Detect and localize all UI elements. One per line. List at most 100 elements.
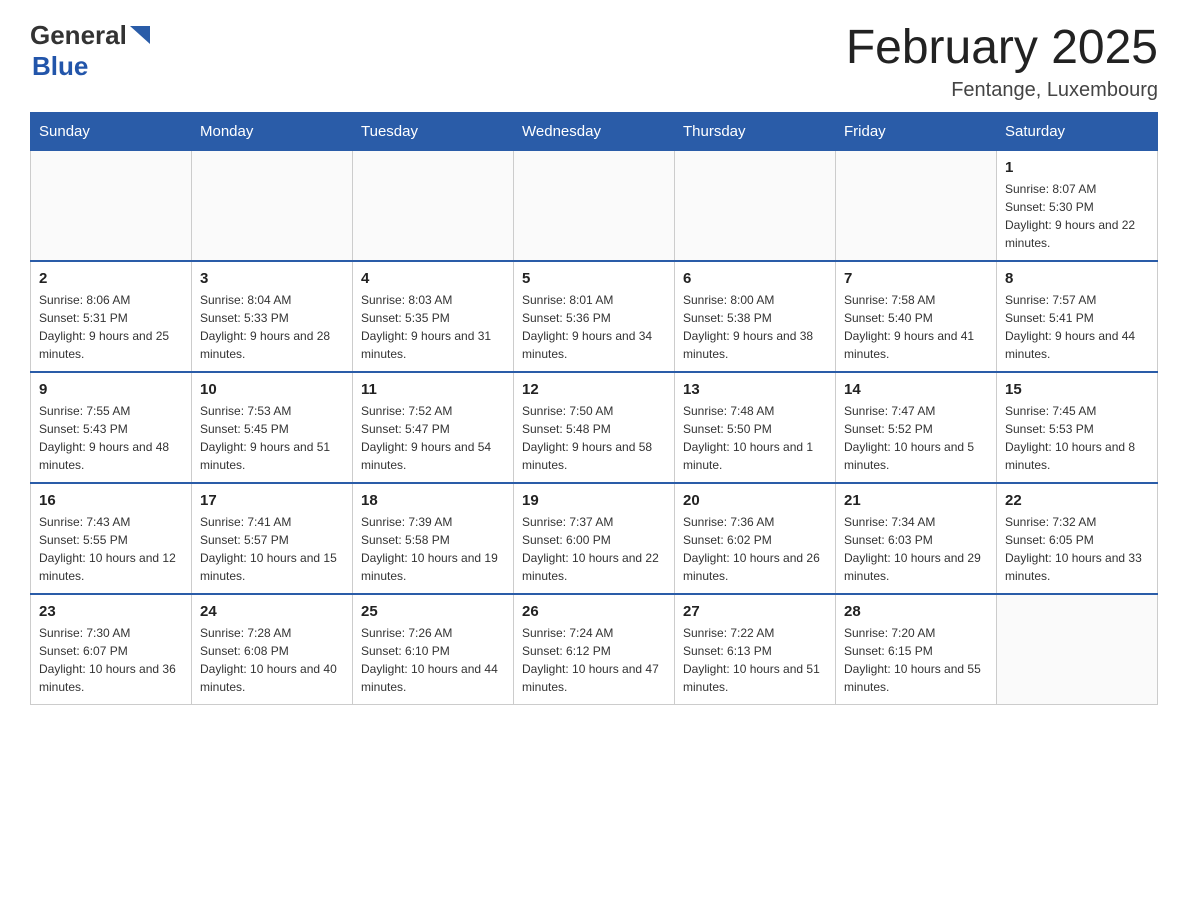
calendar-header-row: SundayMondayTuesdayWednesdayThursdayFrid… [31, 113, 1158, 151]
day-info: Sunrise: 7:37 AMSunset: 6:00 PMDaylight:… [522, 513, 666, 585]
calendar-week-row: 9 Sunrise: 7:55 AMSunset: 5:43 PMDaylight… [31, 372, 1158, 483]
day-number: 5 [522, 270, 666, 287]
calendar-cell: 21 Sunrise: 7:34 AMSunset: 6:03 PMDayligh… [836, 483, 997, 594]
day-number: 10 [200, 381, 344, 398]
calendar-cell: 2Sunrise: 8:06 AMSunset: 5:31 PMDaylight… [31, 261, 192, 372]
day-info: Sunrise: 7:45 AMSunset: 5:53 PMDaylight:… [1005, 402, 1149, 474]
calendar-cell: 27 Sunrise: 7:22 AMSunset: 6:13 PMDayligh… [675, 594, 836, 705]
day-number: 7 [844, 270, 988, 287]
calendar-cell: 28 Sunrise: 7:20 AMSunset: 6:15 PMDayligh… [836, 594, 997, 705]
day-info: Sunrise: 8:04 AMSunset: 5:33 PMDaylight:… [200, 291, 344, 363]
calendar-cell: 3Sunrise: 8:04 AMSunset: 5:33 PMDaylight… [192, 261, 353, 372]
calendar-cell [192, 151, 353, 262]
calendar-cell: 16 Sunrise: 7:43 AMSunset: 5:55 PMDayligh… [31, 483, 192, 594]
calendar-header-friday: Friday [836, 113, 997, 151]
calendar-cell: 20 Sunrise: 7:36 AMSunset: 6:02 PMDayligh… [675, 483, 836, 594]
calendar-cell [353, 151, 514, 262]
day-number: 1 [1005, 159, 1149, 176]
calendar-table: SundayMondayTuesdayWednesdayThursdayFrid… [30, 112, 1158, 705]
calendar-header-monday: Monday [192, 113, 353, 151]
day-number: 18 [361, 492, 505, 509]
day-info: Sunrise: 7:52 AMSunset: 5:47 PMDaylight:… [361, 402, 505, 474]
day-number: 6 [683, 270, 827, 287]
day-number: 13 [683, 381, 827, 398]
day-info: Sunrise: 7:28 AMSunset: 6:08 PMDaylight:… [200, 624, 344, 696]
day-info: Sunrise: 7:43 AMSunset: 5:55 PMDaylight:… [39, 513, 183, 585]
calendar-header-sunday: Sunday [31, 113, 192, 151]
day-info: Sunrise: 7:32 AMSunset: 6:05 PMDaylight:… [1005, 513, 1149, 585]
logo-blue-text: Blue [32, 51, 150, 82]
calendar-cell: 1 Sunrise: 8:07 AMSunset: 5:30 PMDaylight… [997, 151, 1158, 262]
day-number: 23 [39, 603, 183, 620]
day-info: Sunrise: 7:39 AMSunset: 5:58 PMDaylight:… [361, 513, 505, 585]
calendar-cell: 8Sunrise: 7:57 AMSunset: 5:41 PMDaylight… [997, 261, 1158, 372]
calendar-cell [836, 151, 997, 262]
calendar-cell: 24 Sunrise: 7:28 AMSunset: 6:08 PMDayligh… [192, 594, 353, 705]
day-info: Sunrise: 8:01 AMSunset: 5:36 PMDaylight:… [522, 291, 666, 363]
calendar-week-row: 23 Sunrise: 7:30 AMSunset: 6:07 PMDayligh… [31, 594, 1158, 705]
day-number: 24 [200, 603, 344, 620]
day-info: Sunrise: 7:55 AMSunset: 5:43 PMDaylight:… [39, 402, 183, 474]
day-number: 21 [844, 492, 988, 509]
day-info: Sunrise: 7:30 AMSunset: 6:07 PMDaylight:… [39, 624, 183, 696]
calendar-week-row: 16 Sunrise: 7:43 AMSunset: 5:55 PMDayligh… [31, 483, 1158, 594]
calendar-cell: 25 Sunrise: 7:26 AMSunset: 6:10 PMDayligh… [353, 594, 514, 705]
calendar-week-row: 1 Sunrise: 8:07 AMSunset: 5:30 PMDaylight… [31, 151, 1158, 262]
day-number: 28 [844, 603, 988, 620]
day-info: Sunrise: 7:20 AMSunset: 6:15 PMDaylight:… [844, 624, 988, 696]
calendar-week-row: 2Sunrise: 8:06 AMSunset: 5:31 PMDaylight… [31, 261, 1158, 372]
day-number: 16 [39, 492, 183, 509]
calendar-cell [675, 151, 836, 262]
calendar-cell: 11 Sunrise: 7:52 AMSunset: 5:47 PMDayligh… [353, 372, 514, 483]
day-info: Sunrise: 8:00 AMSunset: 5:38 PMDaylight:… [683, 291, 827, 363]
day-number: 27 [683, 603, 827, 620]
calendar-cell: 22 Sunrise: 7:32 AMSunset: 6:05 PMDayligh… [997, 483, 1158, 594]
calendar-cell: 12Sunrise: 7:50 AMSunset: 5:48 PMDayligh… [514, 372, 675, 483]
day-info: Sunrise: 7:24 AMSunset: 6:12 PMDaylight:… [522, 624, 666, 696]
calendar-cell [514, 151, 675, 262]
page-subtitle: Fentange, Luxembourg [846, 79, 1158, 102]
calendar-cell: 7Sunrise: 7:58 AMSunset: 5:40 PMDaylight… [836, 261, 997, 372]
calendar-header-thursday: Thursday [675, 113, 836, 151]
title-section: February 2025 Fentange, Luxembourg [846, 20, 1158, 102]
day-info: Sunrise: 7:41 AMSunset: 5:57 PMDaylight:… [200, 513, 344, 585]
day-info: Sunrise: 7:34 AMSunset: 6:03 PMDaylight:… [844, 513, 988, 585]
day-info: Sunrise: 7:50 AMSunset: 5:48 PMDaylight:… [522, 402, 666, 474]
calendar-cell: 26 Sunrise: 7:24 AMSunset: 6:12 PMDayligh… [514, 594, 675, 705]
day-number: 14 [844, 381, 988, 398]
calendar-header-wednesday: Wednesday [514, 113, 675, 151]
calendar-cell: 15 Sunrise: 7:45 AMSunset: 5:53 PMDayligh… [997, 372, 1158, 483]
calendar-cell: 10 Sunrise: 7:53 AMSunset: 5:45 PMDayligh… [192, 372, 353, 483]
day-info: Sunrise: 7:53 AMSunset: 5:45 PMDaylight:… [200, 402, 344, 474]
day-number: 26 [522, 603, 666, 620]
calendar-cell: 23 Sunrise: 7:30 AMSunset: 6:07 PMDayligh… [31, 594, 192, 705]
day-info: Sunrise: 8:06 AMSunset: 5:31 PMDaylight:… [39, 291, 183, 363]
calendar-cell: 17 Sunrise: 7:41 AMSunset: 5:57 PMDayligh… [192, 483, 353, 594]
day-info: Sunrise: 7:36 AMSunset: 6:02 PMDaylight:… [683, 513, 827, 585]
day-number: 17 [200, 492, 344, 509]
day-number: 20 [683, 492, 827, 509]
day-number: 22 [1005, 492, 1149, 509]
day-info: Sunrise: 7:22 AMSunset: 6:13 PMDaylight:… [683, 624, 827, 696]
day-number: 15 [1005, 381, 1149, 398]
calendar-cell: 4 Sunrise: 8:03 AMSunset: 5:35 PMDaylight… [353, 261, 514, 372]
day-number: 4 [361, 270, 505, 287]
logo-general-text: General [30, 20, 127, 51]
day-number: 25 [361, 603, 505, 620]
calendar-cell [31, 151, 192, 262]
logo: General Blue [30, 20, 150, 82]
page-header: General Blue February 2025 Fentange, Lux… [30, 20, 1158, 102]
calendar-cell: 6 Sunrise: 8:00 AMSunset: 5:38 PMDaylight… [675, 261, 836, 372]
day-info: Sunrise: 7:26 AMSunset: 6:10 PMDaylight:… [361, 624, 505, 696]
day-number: 9 [39, 381, 183, 398]
calendar-cell [997, 594, 1158, 705]
day-number: 19 [522, 492, 666, 509]
day-number: 11 [361, 381, 505, 398]
calendar-header-saturday: Saturday [997, 113, 1158, 151]
day-info: Sunrise: 8:07 AMSunset: 5:30 PMDaylight:… [1005, 180, 1149, 252]
calendar-cell: 18 Sunrise: 7:39 AMSunset: 5:58 PMDayligh… [353, 483, 514, 594]
page-title: February 2025 [846, 20, 1158, 75]
day-info: Sunrise: 8:03 AMSunset: 5:35 PMDaylight:… [361, 291, 505, 363]
day-number: 8 [1005, 270, 1149, 287]
logo-arrow-icon [130, 26, 150, 48]
